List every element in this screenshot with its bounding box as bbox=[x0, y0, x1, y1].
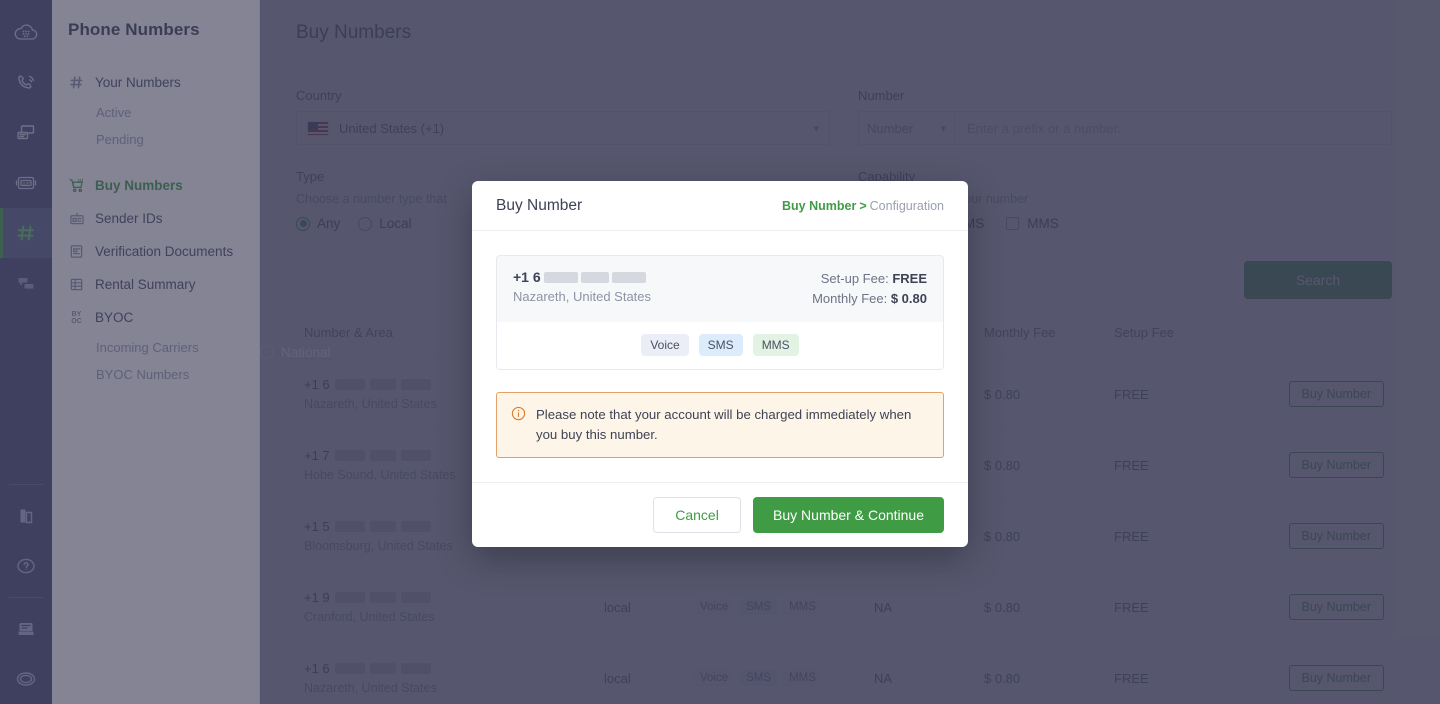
modal-body: +1 6 Nazareth, United States Set-up Fee:… bbox=[472, 231, 968, 482]
monthly-fee-label: Monthly Fee: bbox=[812, 290, 888, 306]
modal-title: Buy Number bbox=[496, 197, 583, 214]
redacted-digits-3 bbox=[611, 271, 646, 283]
breadcrumb-current[interactable]: Buy Number bbox=[782, 199, 856, 213]
capability-pill-sms: SMS bbox=[698, 334, 743, 356]
info-icon bbox=[511, 406, 526, 426]
capability-pill-voice: Voice bbox=[641, 334, 689, 356]
modal-number-location: Nazareth, United States bbox=[513, 289, 652, 304]
modal-header: Buy Number Buy Number > Configuration bbox=[472, 181, 968, 231]
modal-footer: Cancel Buy Number & Continue bbox=[472, 481, 968, 547]
number-summary: +1 6 Nazareth, United States Set-up Fee:… bbox=[497, 256, 943, 322]
breadcrumb-separator: > bbox=[859, 199, 867, 213]
setup-fee-label: Set-up Fee: bbox=[820, 271, 889, 286]
buy-number-continue-button[interactable]: Buy Number & Continue bbox=[753, 496, 944, 533]
app-root: SIP bbox=[0, 0, 1440, 704]
redacted-digits-1 bbox=[543, 271, 578, 283]
number-identity: +1 6 Nazareth, United States bbox=[513, 269, 651, 304]
modal-capability-pills: Voice SMS MMS bbox=[497, 322, 943, 369]
charge-notice-text: Please note that your account will be ch… bbox=[536, 407, 912, 442]
capability-pill-mms: MMS bbox=[752, 334, 799, 356]
monthly-fee-row: Monthly Fee: $ 0.80 bbox=[812, 289, 927, 309]
setup-fee-row: Set-up Fee: FREE bbox=[812, 269, 927, 289]
cancel-button[interactable]: Cancel bbox=[653, 496, 742, 533]
selected-number-card: +1 6 Nazareth, United States Set-up Fee:… bbox=[496, 255, 944, 370]
redacted-digits-2 bbox=[580, 271, 609, 283]
buy-number-modal: Buy Number Buy Number > Configuration +1 6… bbox=[472, 181, 968, 547]
modal-number: +1 6 bbox=[513, 269, 651, 285]
charge-notice: Please note that your account will be ch… bbox=[496, 392, 944, 458]
modal-fees: Set-up Fee: FREE Monthly Fee: $ 0.80 bbox=[812, 269, 927, 308]
setup-fee-value: FREE bbox=[892, 271, 927, 286]
breadcrumb-next: Configuration bbox=[869, 199, 944, 213]
monthly-fee-value: $ 0.80 bbox=[890, 290, 927, 306]
modal-number-prefix: +1 6 bbox=[513, 269, 541, 285]
modal-breadcrumb: Buy Number > Configuration bbox=[782, 199, 944, 213]
